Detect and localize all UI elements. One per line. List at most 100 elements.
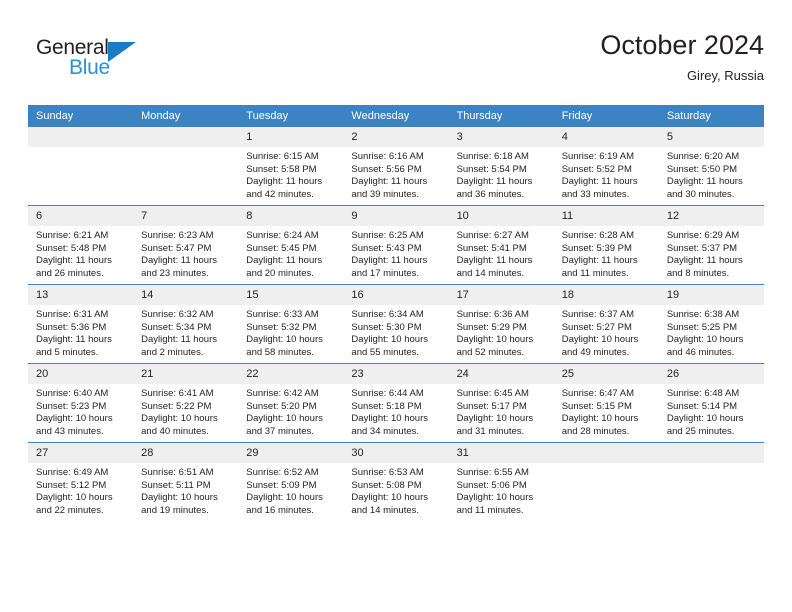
weekday-header-thursday: Thursday: [448, 105, 554, 127]
calendar-day-cell[interactable]: 13 Sunrise: 6:31 AM Sunset: 5:36 PM Dayligh…: [28, 284, 134, 364]
day-details: Sunrise: 6:38 AM Sunset: 5:25 PM Daylight:…: [659, 305, 764, 359]
calendar-day-cell[interactable]: 3 Sunrise: 6:18 AM Sunset: 5:54 PM Daylight…: [448, 127, 554, 206]
calendar-day-cell[interactable]: 26 Sunrise: 6:48 AM Sunset: 5:14 PM Dayligh…: [658, 363, 764, 443]
daylight-text-cont: and 42 minutes.: [246, 188, 314, 200]
calendar-day-cell[interactable]: 25 Sunrise: 6:47 AM Sunset: 5:15 PM Dayligh…: [553, 363, 659, 443]
sunrise-text: Sunrise: 6:49 AM: [36, 467, 109, 478]
day-number: [133, 127, 239, 147]
day-number: 23: [343, 364, 449, 384]
calendar-day-cell[interactable]: 8 Sunrise: 6:24 AM Sunset: 5:45 PM Daylight…: [238, 205, 344, 285]
sunrise-text: Sunrise: 6:55 AM: [456, 467, 529, 478]
calendar-day-cell[interactable]: 19 Sunrise: 6:38 AM Sunset: 5:25 PM Dayligh…: [658, 284, 764, 364]
day-number: 14: [133, 285, 239, 305]
calendar-day-cell[interactable]: 12 Sunrise: 6:29 AM Sunset: 5:37 PM Dayligh…: [658, 205, 764, 285]
calendar-day-cell[interactable]: 18 Sunrise: 6:37 AM Sunset: 5:27 PM Dayligh…: [553, 284, 659, 364]
day-number: 16: [343, 285, 449, 305]
sunrise-text: Sunrise: 6:25 AM: [351, 230, 424, 241]
weekday-header-saturday: Saturday: [658, 105, 764, 127]
day-number: [658, 443, 764, 463]
calendar-day-cell[interactable]: 23 Sunrise: 6:44 AM Sunset: 5:18 PM Dayligh…: [343, 363, 449, 443]
sunset-text: Sunset: 5:18 PM: [351, 400, 422, 412]
day-number: 20: [28, 364, 134, 384]
weekday-header-wednesday: Wednesday: [343, 105, 449, 127]
day-details: Sunrise: 6:27 AM Sunset: 5:41 PM Daylight:…: [449, 226, 554, 280]
calendar-day-cell[interactable]: 6 Sunrise: 6:21 AM Sunset: 5:48 PM Daylight…: [28, 205, 134, 285]
day-details: Sunrise: 6:41 AM Sunset: 5:22 PM Daylight:…: [133, 384, 238, 438]
daylight-text-cont: and 23 minutes.: [141, 267, 209, 279]
sunrise-text: Sunrise: 6:40 AM: [36, 388, 109, 399]
daylight-text: Daylight: 10 hours: [351, 413, 428, 425]
day-number: 11: [553, 206, 659, 226]
sunrise-text: Sunrise: 6:29 AM: [666, 230, 740, 241]
daylight-text-cont: and 14 minutes.: [351, 504, 420, 516]
day-details: Sunrise: 6:31 AM Sunset: 5:36 PM Daylight:…: [28, 305, 133, 359]
sunrise-text: Sunrise: 6:15 AM: [246, 151, 319, 162]
daylight-text: Daylight: 10 hours: [456, 334, 534, 346]
calendar-day-cell[interactable]: 14 Sunrise: 6:32 AM Sunset: 5:34 PM Dayligh…: [133, 284, 239, 364]
sunrise-text: Sunrise: 6:36 AM: [456, 309, 529, 320]
calendar-day-cell[interactable]: 22 Sunrise: 6:42 AM Sunset: 5:20 PM Dayligh…: [238, 363, 344, 443]
calendar-day-cell[interactable]: 5 Sunrise: 6:20 AM Sunset: 5:50 PM Daylight…: [658, 127, 764, 206]
day-details: Sunrise: 6:19 AM Sunset: 5:52 PM Daylight:…: [554, 147, 659, 201]
calendar-day-cell[interactable]: 10 Sunrise: 6:27 AM Sunset: 5:41 PM Dayligh…: [448, 205, 554, 285]
sunset-text: Sunset: 5:17 PM: [456, 400, 527, 412]
calendar-day-cell[interactable]: 28 Sunrise: 6:51 AM Sunset: 5:11 PM Dayligh…: [133, 442, 239, 521]
day-details: Sunrise: 6:40 AM Sunset: 5:23 PM Daylight:…: [28, 384, 133, 438]
daylight-text-cont: and 20 minutes.: [246, 267, 314, 279]
day-details: Sunrise: 6:33 AM Sunset: 5:32 PM Daylight:…: [238, 305, 343, 359]
daylight-text: Daylight: 10 hours: [246, 334, 323, 346]
calendar-day-cell[interactable]: 20 Sunrise: 6:40 AM Sunset: 5:23 PM Dayligh…: [28, 363, 134, 443]
calendar-day-cell[interactable]: 4 Sunrise: 6:19 AM Sunset: 5:52 PM Daylight…: [553, 127, 659, 206]
daylight-text: Daylight: 11 hours: [351, 176, 428, 188]
daylight-text-cont: and 39 minutes.: [351, 188, 420, 200]
day-number: 2: [343, 127, 449, 147]
day-details: Sunrise: 6:52 AM Sunset: 5:09 PM Daylight:…: [238, 463, 343, 517]
daylight-text: Daylight: 10 hours: [351, 492, 428, 504]
sunset-text: Sunset: 5:09 PM: [246, 479, 317, 491]
calendar-day-cell[interactable]: 30 Sunrise: 6:53 AM Sunset: 5:08 PM Dayligh…: [343, 442, 449, 521]
daylight-text-cont: and 28 minutes.: [561, 425, 630, 437]
day-number: 31: [448, 443, 554, 463]
daylight-text-cont: and 36 minutes.: [456, 188, 525, 200]
calendar-day-cell[interactable]: 21 Sunrise: 6:41 AM Sunset: 5:22 PM Dayligh…: [133, 363, 239, 443]
sunset-text: Sunset: 5:30 PM: [351, 321, 422, 333]
calendar-day-cell[interactable]: 7 Sunrise: 6:23 AM Sunset: 5:47 PM Daylight…: [133, 205, 239, 285]
daylight-text-cont: and 46 minutes.: [666, 346, 735, 358]
day-number: 17: [448, 285, 554, 305]
day-number: 15: [238, 285, 344, 305]
daylight-text: Daylight: 11 hours: [246, 176, 323, 188]
sunset-text: Sunset: 5:39 PM: [561, 242, 632, 254]
calendar-day-cell[interactable]: 31 Sunrise: 6:55 AM Sunset: 5:06 PM Dayligh…: [448, 442, 554, 521]
title-block: October 2024 Girey, Russia: [600, 28, 764, 86]
day-details: Sunrise: 6:23 AM Sunset: 5:47 PM Daylight:…: [133, 226, 238, 280]
day-number: [28, 127, 134, 147]
calendar-day-cell[interactable]: 17 Sunrise: 6:36 AM Sunset: 5:29 PM Dayligh…: [448, 284, 554, 364]
day-details: Sunrise: 6:47 AM Sunset: 5:15 PM Daylight:…: [554, 384, 659, 438]
general-blue-logo[interactable]: General Blue: [36, 36, 236, 88]
sunset-text: Sunset: 5:54 PM: [456, 163, 527, 175]
calendar-day-cell[interactable]: 11 Sunrise: 6:28 AM Sunset: 5:39 PM Dayligh…: [553, 205, 659, 285]
daylight-text: Daylight: 11 hours: [351, 255, 428, 267]
calendar-day-cell[interactable]: 9 Sunrise: 6:25 AM Sunset: 5:43 PM Daylight…: [343, 205, 449, 285]
calendar-day-cell[interactable]: 16 Sunrise: 6:34 AM Sunset: 5:30 PM Dayligh…: [343, 284, 449, 364]
day-number: 22: [238, 364, 344, 384]
daylight-text-cont: and 26 minutes.: [36, 267, 104, 279]
daylight-text-cont: and 8 minutes.: [666, 267, 730, 279]
calendar-day-cell[interactable]: 27 Sunrise: 6:49 AM Sunset: 5:12 PM Dayligh…: [28, 442, 134, 521]
calendar-grid: Sunday Monday Tuesday Wednesday Thursday…: [28, 105, 764, 521]
sunrise-text: Sunrise: 6:44 AM: [351, 388, 424, 399]
daylight-text: Daylight: 11 hours: [141, 255, 218, 267]
weekday-header-friday: Friday: [553, 105, 659, 127]
day-number: 21: [133, 364, 239, 384]
sunrise-text: Sunrise: 6:31 AM: [36, 309, 109, 320]
day-details: Sunrise: 6:20 AM Sunset: 5:50 PM Daylight:…: [659, 147, 764, 201]
sunrise-text: Sunrise: 6:52 AM: [246, 467, 319, 478]
daylight-text: Daylight: 10 hours: [246, 492, 323, 504]
daylight-text-cont: and 31 minutes.: [456, 425, 525, 437]
calendar-day-cell[interactable]: 1 Sunrise: 6:15 AM Sunset: 5:58 PM Daylight…: [238, 127, 344, 206]
calendar-day-cell[interactable]: 29 Sunrise: 6:52 AM Sunset: 5:09 PM Dayligh…: [238, 442, 344, 521]
day-details: Sunrise: 6:48 AM Sunset: 5:14 PM Daylight:…: [659, 384, 764, 438]
calendar-day-cell[interactable]: 2 Sunrise: 6:16 AM Sunset: 5:56 PM Daylight…: [343, 127, 449, 206]
calendar-day-cell[interactable]: 15 Sunrise: 6:33 AM Sunset: 5:32 PM Dayligh…: [238, 284, 344, 364]
calendar-day-cell[interactable]: 24 Sunrise: 6:45 AM Sunset: 5:17 PM Dayligh…: [448, 363, 554, 443]
